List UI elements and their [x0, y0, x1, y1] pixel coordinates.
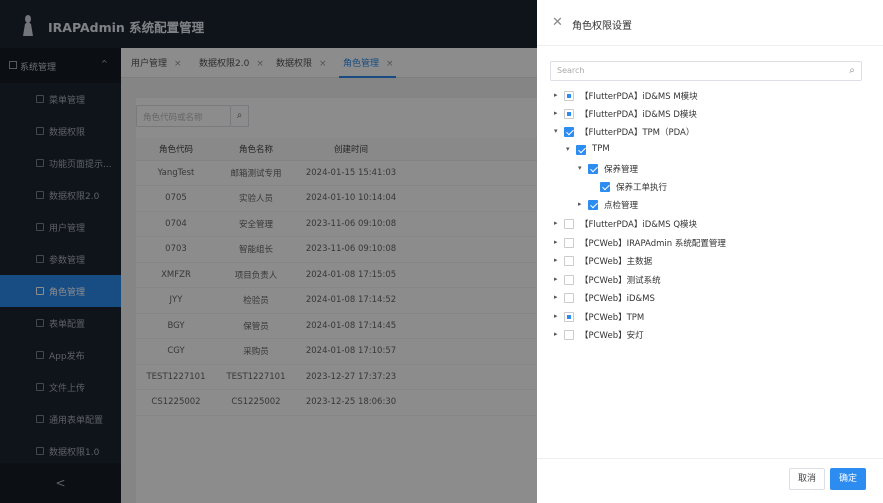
tree-node-label: 【PCWeb】主数据 [580, 257, 653, 267]
tree-node-label: 【PCWeb】安灯 [580, 331, 644, 341]
caret-right-icon[interactable]: ▸ [554, 312, 558, 320]
caret-right-icon[interactable]: ▸ [554, 109, 558, 117]
tree-node-label: 【PCWeb】测试系统 [580, 276, 661, 286]
tree-node-label: 保养工单执行 [616, 183, 668, 193]
tree-checkbox[interactable] [564, 219, 574, 229]
drawer-header: ✕ 角色权限设置 [537, 0, 883, 46]
tree-node-label: 【FlutterPDA】iD&MS M模块 [580, 92, 698, 102]
tree-node-label: 【PCWeb】IRAPAdmin 系统配置管理 [580, 239, 726, 249]
tree-checkbox[interactable] [564, 256, 574, 266]
caret-down-icon[interactable]: ▾ [578, 164, 582, 172]
drawer-title: 角色权限设置 [572, 21, 632, 32]
modal-overlay[interactable] [0, 0, 537, 503]
caret-right-icon[interactable]: ▸ [554, 219, 558, 227]
tree-node-label: 【FlutterPDA】iD&MS D模块 [580, 110, 697, 120]
caret-right-icon[interactable]: ▸ [554, 91, 558, 99]
tree-checkbox[interactable] [564, 312, 574, 322]
tree-checkbox[interactable] [564, 91, 574, 101]
caret-right-icon[interactable]: ▸ [554, 275, 558, 283]
tree-checkbox[interactable] [576, 145, 586, 155]
confirm-button[interactable]: 确定 [830, 468, 866, 490]
caret-down-icon[interactable]: ▾ [554, 127, 558, 135]
tree-node-label: 【FlutterPDA】iD&MS Q模块 [580, 220, 698, 230]
tree-checkbox[interactable] [564, 127, 574, 137]
tree-checkbox[interactable] [564, 275, 574, 285]
close-icon[interactable]: ✕ [552, 15, 563, 30]
tree-node-label: 点检管理 [604, 201, 639, 211]
tree-checkbox[interactable] [564, 330, 574, 340]
tree-node-label: 【FlutterPDA】TPM（PDA） [580, 128, 695, 138]
tree-checkbox[interactable] [588, 164, 598, 174]
caret-right-icon[interactable]: ▸ [554, 256, 558, 264]
tree-checkbox[interactable] [564, 293, 574, 303]
role-permission-drawer: ✕ 角色权限设置 Search ⌕ ▸ 【FlutterPDA】iD&MS M模块… [537, 0, 883, 503]
caret-right-icon[interactable]: ▸ [554, 330, 558, 338]
drawer-footer: 取消 确定 [537, 458, 883, 503]
app-root: IRAPAdmin 系统配置管理 系统管理 ^ 菜单管理 数据权限 功能页面提示… [0, 0, 883, 503]
tree-checkbox[interactable] [600, 182, 610, 192]
tree-node-label: 保养管理 [604, 165, 639, 175]
tree-node-label: TPM [592, 144, 610, 154]
tree-checkbox[interactable] [564, 238, 574, 248]
tree-node-label: 【PCWeb】TPM [580, 313, 645, 323]
caret-right-icon[interactable]: ▸ [554, 238, 558, 246]
caret-right-icon[interactable]: ▸ [554, 293, 558, 301]
caret-down-icon[interactable]: ▾ [566, 145, 570, 153]
tree-node-label: 【PCWeb】iD&MS [580, 294, 655, 304]
caret-right-icon[interactable]: ▸ [578, 200, 582, 208]
tree-checkbox[interactable] [564, 109, 574, 119]
cancel-button[interactable]: 取消 [789, 468, 825, 490]
search-icon[interactable]: ⌕ [842, 61, 862, 81]
tree-checkbox[interactable] [588, 200, 598, 210]
permission-search-input[interactable]: Search [550, 61, 862, 81]
